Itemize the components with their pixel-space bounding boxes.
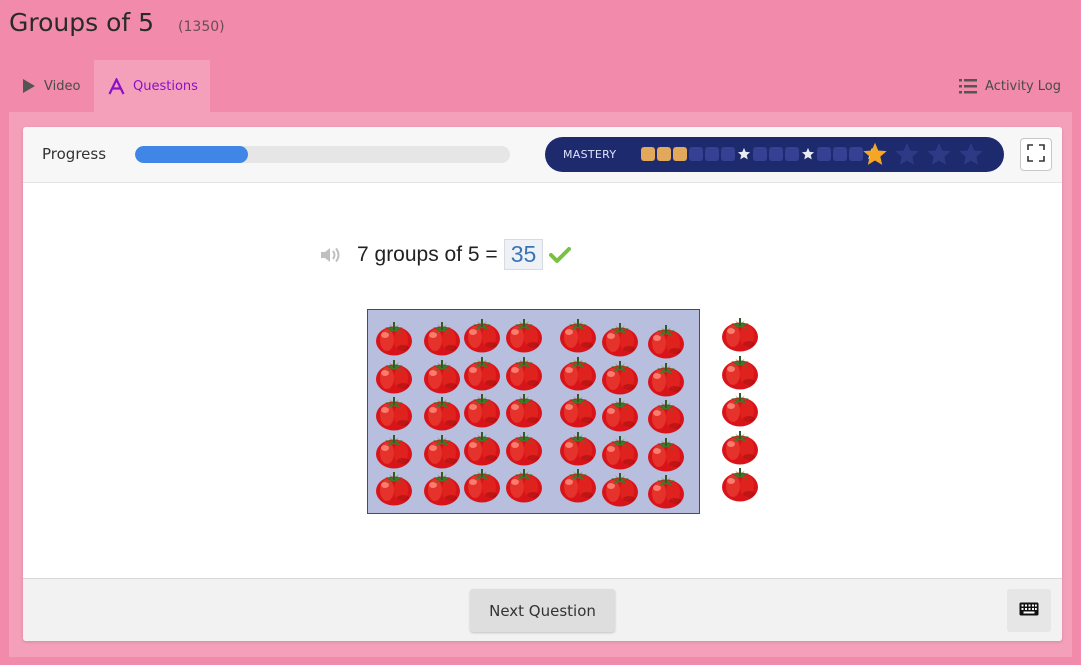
tomato-image	[558, 391, 598, 429]
tomato-image	[600, 358, 640, 396]
tomato-image	[600, 395, 640, 433]
tomato-image	[422, 394, 462, 432]
mastery-stars	[861, 141, 985, 172]
tomato-image	[558, 316, 598, 354]
tomato-image	[374, 357, 414, 395]
mastery-star-icon	[893, 141, 921, 172]
extra-group	[720, 315, 764, 505]
keyboard-icon	[1019, 601, 1039, 620]
fullscreen-icon	[1027, 143, 1045, 166]
tomato-image	[600, 470, 640, 508]
tomato-image	[462, 391, 502, 429]
tomato-image	[462, 429, 502, 467]
mastery-cell	[705, 147, 719, 161]
tomato-image	[720, 465, 760, 503]
question-card: Progress MASTERY 7 groups of 5 = 35 Next…	[23, 127, 1062, 641]
tomato-image	[374, 319, 414, 357]
tab-bar: Video Questions Activity Log	[0, 60, 1081, 112]
tomato-image	[422, 432, 462, 470]
speaker-icon[interactable]	[319, 245, 343, 265]
tomato-image	[422, 469, 462, 507]
mastery-cell	[689, 147, 703, 161]
tomato-image	[646, 322, 686, 360]
card-header: Progress MASTERY	[23, 127, 1062, 183]
tab-questions[interactable]: Questions	[94, 60, 210, 112]
answer-input[interactable]: 35	[503, 239, 544, 270]
mastery-cell	[785, 147, 799, 161]
mastery-cells	[641, 147, 879, 161]
mastery-cell	[753, 147, 767, 161]
tab-video[interactable]: Video	[22, 60, 80, 112]
tomato-image	[558, 429, 598, 467]
mastery-label: MASTERY	[563, 148, 617, 161]
mastery-cell	[833, 147, 847, 161]
groups-box	[367, 309, 700, 514]
tomato-image	[504, 316, 544, 354]
tomato-image	[646, 360, 686, 398]
tomato-image	[720, 353, 760, 391]
keyboard-button[interactable]	[1007, 589, 1051, 632]
question-text: 7 groups of 5 =	[357, 242, 498, 266]
next-question-button[interactable]: Next Question	[470, 589, 615, 632]
card-footer: Next Question	[23, 578, 1062, 641]
progress-label: Progress	[42, 145, 107, 163]
tomato-image	[504, 466, 544, 504]
tomato-image	[720, 390, 760, 428]
tomato-image	[504, 354, 544, 392]
tab-activity-log[interactable]: Activity Log	[959, 60, 1061, 112]
page-title: Groups of 5	[9, 8, 155, 37]
tomato-image	[720, 315, 760, 353]
checkmark-icon	[549, 246, 572, 264]
progress-bar	[135, 146, 510, 163]
mastery-cell	[657, 147, 671, 161]
tomato-image	[462, 316, 502, 354]
tomato-image	[504, 429, 544, 467]
tomato-image	[600, 320, 640, 358]
tomato-image	[504, 391, 544, 429]
mastery-cell	[769, 147, 783, 161]
page-header: Groups of 5 (1350)	[9, 8, 225, 37]
tomato-image	[374, 432, 414, 470]
tomato-image	[558, 466, 598, 504]
tab-video-label: Video	[44, 78, 81, 94]
page-code: (1350)	[178, 19, 225, 35]
tomato-image	[646, 397, 686, 435]
tomato-image	[558, 354, 598, 392]
mastery-checkpoint-star-icon	[737, 147, 751, 161]
tomato-image	[374, 469, 414, 507]
mastery-star-icon	[925, 141, 953, 172]
question-row: 7 groups of 5 = 35	[319, 239, 572, 270]
mastery-star-icon	[861, 141, 889, 172]
mastery-cell	[641, 147, 655, 161]
mastery-cell	[673, 147, 687, 161]
mastery-checkpoint-star-icon	[801, 147, 815, 161]
fullscreen-button[interactable]	[1020, 138, 1052, 171]
list-icon	[959, 78, 978, 94]
tomato-image	[720, 428, 760, 466]
tab-questions-label: Questions	[133, 78, 198, 94]
tomato-image	[646, 472, 686, 510]
tomato-image	[422, 319, 462, 357]
tomato-image	[374, 394, 414, 432]
tomato-image	[462, 354, 502, 392]
letter-a-icon	[108, 77, 125, 95]
tomato-image	[422, 357, 462, 395]
tab-activity-log-label: Activity Log	[985, 78, 1061, 94]
mastery-cell	[817, 147, 831, 161]
tomato-image	[462, 466, 502, 504]
tomato-image	[600, 433, 640, 471]
mastery-bar: MASTERY	[545, 137, 1004, 172]
progress-fill	[135, 146, 248, 163]
play-icon	[22, 78, 36, 94]
mastery-star-icon	[957, 141, 985, 172]
tomato-image	[646, 435, 686, 473]
mastery-cell	[721, 147, 735, 161]
